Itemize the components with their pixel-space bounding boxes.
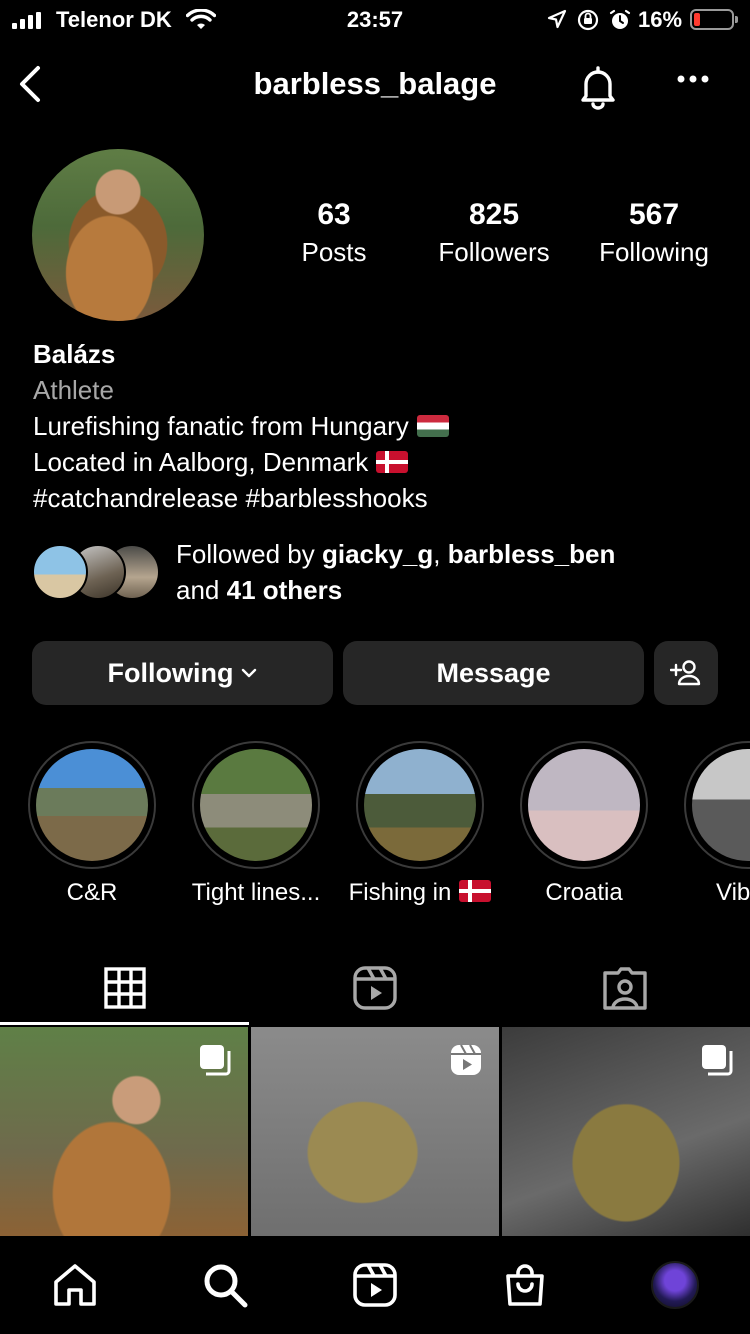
followers-label: Followers: [438, 237, 550, 267]
followers-count: 825: [468, 198, 520, 231]
bio-text: Lurefishing fanatic from Hungary: [33, 411, 409, 441]
followed-by[interactable]: Followed by giacky_g, barbless_ben and 4…: [32, 536, 722, 612]
denmark-flag-icon: [376, 451, 409, 473]
highlight-label: Fishing in: [348, 879, 452, 906]
tab-tagged[interactable]: [500, 950, 750, 1026]
following-count: 567: [628, 198, 680, 231]
message-button-label: Message: [436, 657, 551, 688]
highlight-label: Tight lines...: [191, 879, 321, 906]
denmark-flag-icon: [459, 880, 492, 902]
posts-stat[interactable]: 63 Posts: [249, 196, 419, 270]
battery-percent: 16%: [638, 7, 683, 32]
reels-icon: [353, 966, 397, 1010]
highlight-item[interactable]: Vib: [684, 741, 750, 907]
highlight-label: Croatia: [545, 879, 623, 906]
message-button[interactable]: Message: [343, 641, 644, 705]
profile-category: Athlete: [33, 375, 114, 405]
highlight-item[interactable]: Tight lines...: [192, 741, 320, 907]
carousel-icon: [702, 1045, 733, 1076]
hungary-flag-icon: [416, 415, 449, 437]
posts-grid: [0, 1027, 750, 1236]
highlight-label: Vib: [716, 879, 750, 906]
add-person-icon: [670, 660, 701, 686]
tab-grid[interactable]: [0, 950, 250, 1026]
profile-tab-avatar[interactable]: [651, 1261, 699, 1309]
following-label: Following: [599, 237, 709, 267]
carousel-icon: [200, 1045, 231, 1076]
tagged-icon: [603, 967, 647, 1010]
profile-bio: Balázs Athlete Lurefishing fanatic from …: [33, 336, 449, 516]
bio-hashtags[interactable]: #catchandrelease #barblesshooks: [33, 480, 449, 516]
bio-line: Lurefishing fanatic from Hungary: [33, 408, 449, 444]
active-tab-indicator: [0, 1022, 249, 1025]
home-icon[interactable]: [52, 1262, 98, 1308]
others-count: 41 others: [226, 575, 343, 605]
page-title: barbless_balage: [253, 66, 497, 101]
following-button-label: Following: [107, 657, 234, 688]
following-button[interactable]: Following: [32, 641, 333, 705]
alarm-icon: [609, 9, 631, 29]
highlight-label-row: Fishing in: [330, 879, 510, 907]
top-nav: barbless_balage: [0, 52, 750, 116]
mutual-avatar: [32, 544, 88, 600]
chevron-down-icon: [242, 668, 257, 678]
shop-icon[interactable]: [502, 1262, 548, 1308]
bottom-tab-bar: [0, 1236, 750, 1334]
highlight-item[interactable]: C&R: [28, 741, 156, 907]
followed-and: and: [176, 575, 227, 605]
highlight-cover: [528, 749, 640, 861]
location-icon: [547, 9, 567, 29]
bio-line: Located in Aalborg, Denmark: [33, 444, 449, 480]
tab-reels[interactable]: [250, 950, 500, 1026]
post-thumbnail[interactable]: [251, 1027, 499, 1236]
posts-count: 63: [317, 198, 351, 231]
orientation-lock-icon: [577, 9, 599, 31]
bell-icon[interactable]: [574, 62, 622, 110]
battery-icon: [690, 9, 738, 30]
highlight-cover: [36, 749, 148, 861]
separator: ,: [433, 539, 448, 569]
display-name: Balázs: [33, 339, 116, 369]
search-icon[interactable]: [202, 1262, 248, 1308]
followed-prefix: Followed by: [176, 539, 322, 569]
highlight-label: C&R: [66, 879, 118, 906]
more-icon[interactable]: [676, 74, 710, 84]
profile-avatar[interactable]: [32, 149, 204, 321]
post-thumbnail[interactable]: [0, 1027, 248, 1236]
following-stat[interactable]: 567 Following: [569, 196, 739, 270]
grid-icon: [104, 967, 146, 1009]
highlight-item[interactable]: Croatia: [520, 741, 648, 907]
mutual-user: barbless_ben: [447, 539, 616, 569]
reels-icon: [451, 1044, 481, 1075]
highlight-cover: [692, 749, 750, 861]
posts-label: Posts: [301, 237, 367, 267]
reels-icon[interactable]: [352, 1262, 398, 1308]
highlight-cover: [200, 749, 312, 861]
bio-text: Located in Aalborg, Denmark: [33, 447, 369, 477]
highlight-cover: [364, 749, 476, 861]
status-bar: Telenor DK 23:57 16%: [0, 0, 750, 40]
highlight-item[interactable]: Fishing in: [349, 741, 492, 907]
mutual-user: giacky_g: [321, 539, 434, 569]
followers-stat[interactable]: 825 Followers: [409, 196, 579, 270]
profile-tabs: [0, 950, 750, 1026]
post-thumbnail[interactable]: [502, 1027, 750, 1236]
suggested-users-button[interactable]: [654, 641, 718, 705]
